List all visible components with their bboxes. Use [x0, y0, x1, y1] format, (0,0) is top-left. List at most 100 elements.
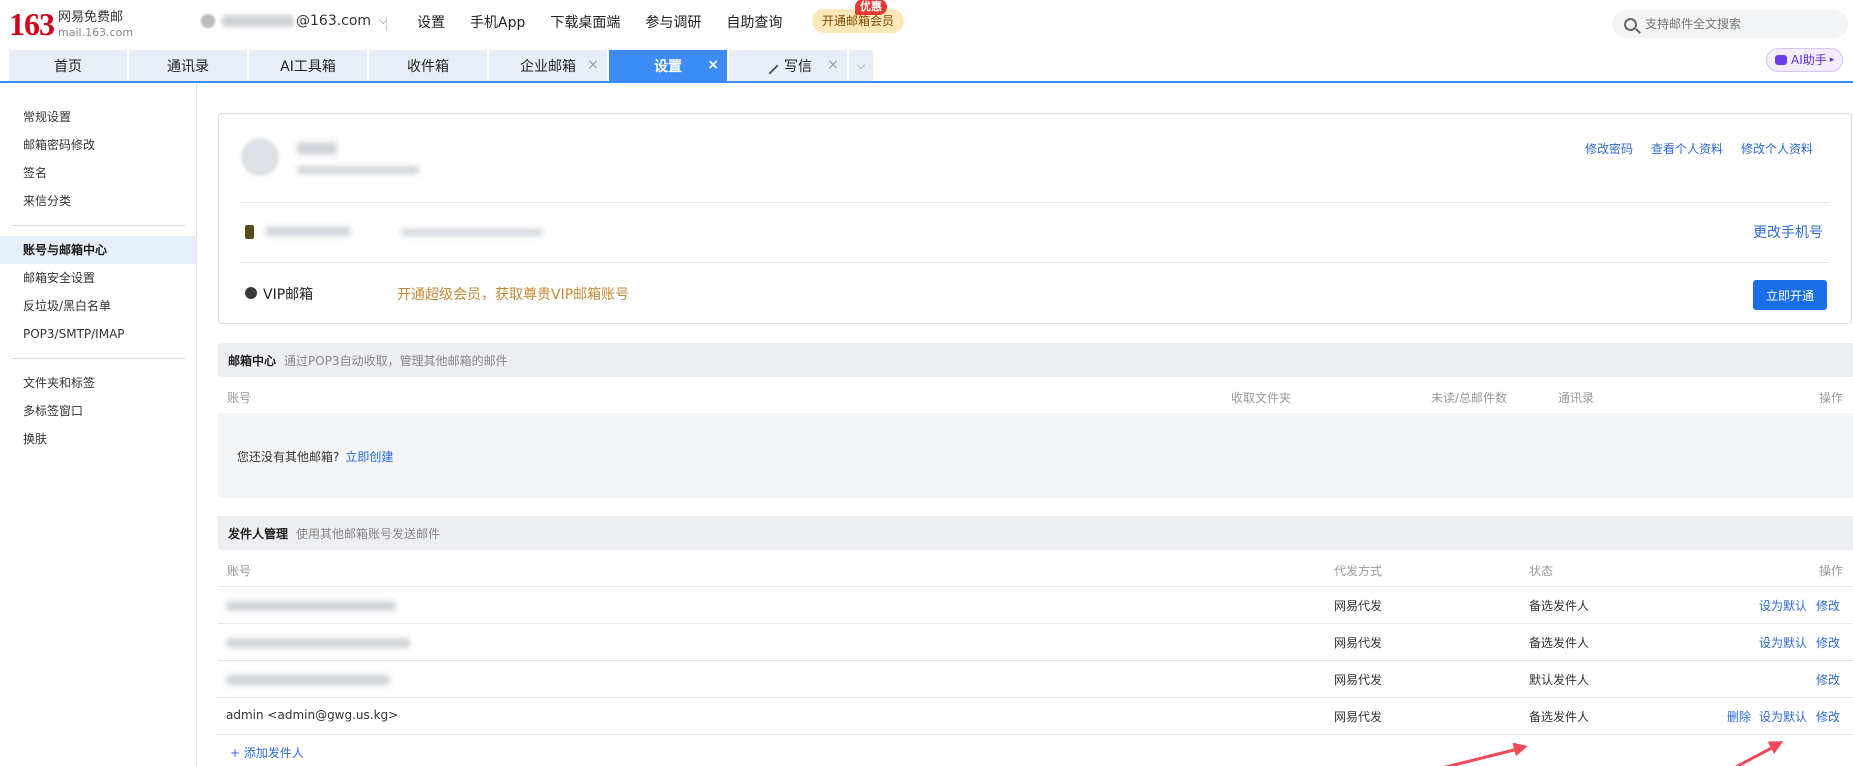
sender-account-redacted [226, 638, 410, 648]
phone-icon [245, 225, 254, 239]
create-mailbox-link[interactable]: 立即创建 [345, 450, 393, 464]
annotation-arrow [1343, 746, 1525, 766]
sidebar-item-skin[interactable]: 换肤 [0, 425, 196, 453]
tab-underline [0, 81, 1853, 83]
sender-account: admin <admin@gwg.us.kg> [226, 708, 399, 722]
delete-button[interactable]: 删除 [1727, 708, 1751, 725]
sender-status: 备选发件人 [1529, 636, 1590, 650]
close-icon[interactable]: × [587, 58, 599, 72]
tab-ai-toolbox[interactable]: AI工具箱 [249, 50, 367, 81]
sidebar-item-pop3[interactable]: POP3/SMTP/IMAP [0, 320, 196, 348]
set-default-button[interactable]: 设为默认 [1759, 708, 1807, 725]
open-vip-button[interactable]: 立即开通 [1753, 280, 1827, 310]
change-phone-link[interactable]: 更改手机号 [1753, 222, 1823, 242]
sidebar-item-account-center[interactable]: 账号与邮箱中心 [0, 236, 196, 264]
logo[interactable]: 163 网易免费邮 mail.163.com [9, 8, 133, 40]
divider [11, 225, 185, 226]
section-title: 发件人管理 [228, 526, 289, 541]
send-method: 网易代发 [1334, 710, 1383, 724]
add-sender-link[interactable]: + 添加发件人 [230, 744, 304, 761]
divider [241, 202, 1829, 203]
sidebar-item-mail-filter[interactable]: 来信分类 [0, 187, 196, 215]
divider [241, 262, 1829, 263]
sidebar-group-misc: 文件夹和标签 多标签窗口 换肤 [0, 369, 196, 453]
top-nav: 设置 手机App 下载桌面端 参与调研 自助查询 [417, 12, 807, 32]
chevron-right-icon: ▸ [1829, 55, 1835, 65]
account-name-redacted [222, 15, 294, 27]
divider [218, 734, 1853, 735]
sidebar-item-antispam[interactable]: 反垃圾/黑白名单 [0, 292, 196, 320]
tab-home[interactable]: 首页 [9, 50, 127, 81]
sender-account-redacted [226, 675, 390, 685]
phone-redacted [265, 227, 351, 236]
search-input[interactable] [1645, 17, 1835, 31]
sender-account-redacted [226, 601, 396, 611]
search-box[interactable] [1612, 10, 1848, 38]
divider [218, 660, 1853, 661]
tab-inbox[interactable]: 收件箱 [369, 50, 487, 81]
section-title: 邮箱中心 [228, 353, 277, 368]
column-header: 账号 [227, 391, 252, 405]
column-header: 状态 [1529, 564, 1554, 578]
tab-settings[interactable]: 设置 × [609, 50, 727, 81]
close-icon[interactable]: × [707, 58, 719, 72]
pen-icon [761, 57, 779, 74]
nav-mobile-app[interactable]: 手机App [470, 12, 525, 32]
edit-button[interactable]: 修改 [1816, 634, 1840, 651]
edit-profile-link[interactable]: 修改个人资料 [1741, 140, 1813, 157]
column-header: 通讯录 [1558, 391, 1595, 405]
edit-button[interactable]: 修改 [1816, 597, 1840, 614]
top-bar: 163 网易免费邮 mail.163.com @163.com ⌵ 设置 手机A… [0, 0, 1853, 46]
avatar [241, 138, 279, 176]
sender-management-header: 发件人管理 使用其他邮箱账号发送邮件 [218, 516, 1853, 550]
change-password-link[interactable]: 修改密码 [1585, 140, 1633, 157]
divider [386, 17, 387, 31]
tab-contacts[interactable]: 通讯录 [129, 50, 247, 81]
mailbox-center-header: 邮箱中心 通过POP3自动收取，管理其他邮箱的邮件 [218, 343, 1853, 377]
column-header: 收取文件夹 [1231, 391, 1292, 405]
nav-survey[interactable]: 参与调研 [645, 12, 701, 32]
sidebar-group-general: 常规设置 邮箱密码修改 签名 来信分类 [0, 83, 196, 215]
view-profile-link[interactable]: 查看个人资料 [1651, 140, 1723, 157]
sidebar-item-signature[interactable]: 签名 [0, 159, 196, 187]
sidebar-item-folders[interactable]: 文件夹和标签 [0, 369, 196, 397]
send-method: 网易代发 [1334, 673, 1383, 687]
sidebar-item-password[interactable]: 邮箱密码修改 [0, 131, 196, 159]
edit-button[interactable]: 修改 [1816, 708, 1840, 725]
divider [218, 623, 1853, 624]
account-switcher[interactable]: @163.com ⌵ [200, 13, 387, 29]
phone-info-redacted [401, 229, 543, 236]
nav-desktop-download[interactable]: 下载桌面端 [550, 12, 620, 32]
discount-badge: 优惠 [855, 0, 887, 15]
edit-button[interactable]: 修改 [1816, 671, 1840, 688]
sidebar-item-multitab[interactable]: 多标签窗口 [0, 397, 196, 425]
divider [11, 358, 185, 359]
set-default-button[interactable]: 设为默认 [1759, 634, 1807, 651]
sender-status: 默认发件人 [1529, 673, 1590, 687]
close-icon[interactable]: × [827, 58, 839, 72]
logo-title: 网易免费邮 [58, 9, 124, 25]
tab-bar: 首页 通讯录 AI工具箱 收件箱 企业邮箱 × 设置 × 写信 × ⌵ [9, 50, 873, 81]
sidebar-item-general[interactable]: 常规设置 [0, 103, 196, 131]
email-redacted [297, 166, 419, 174]
column-header: 未读/总邮件数 [1431, 391, 1508, 405]
settings-sidebar: 常规设置 邮箱密码修改 签名 来信分类 账号与邮箱中心 邮箱安全设置 反垃圾/黑… [0, 83, 197, 766]
sender-status: 备选发件人 [1529, 710, 1590, 724]
chevron-down-icon: ⌵ [856, 58, 866, 72]
section-desc: 通过POP3自动收取，管理其他邮箱的邮件 [284, 353, 508, 368]
nav-settings[interactable]: 设置 [417, 12, 445, 32]
sidebar-item-security[interactable]: 邮箱安全设置 [0, 264, 196, 292]
tab-enterprise-mail[interactable]: 企业邮箱 × [489, 50, 607, 81]
nav-self-service[interactable]: 自助查询 [726, 12, 782, 32]
profile-links: 修改密码 查看个人资料 修改个人资料 [1567, 140, 1813, 157]
set-default-button[interactable]: 设为默认 [1759, 597, 1807, 614]
column-header: 操作 [1819, 391, 1844, 405]
empty-message: 您还没有其他邮箱? [237, 450, 340, 464]
vip-mailbox-label: VIP邮箱 [263, 287, 314, 303]
search-icon [1624, 17, 1637, 31]
tab-list-dropdown[interactable]: ⌵ [849, 50, 873, 81]
divider [218, 586, 1853, 587]
ai-assistant-button[interactable]: AI助手 ▸ [1766, 48, 1844, 72]
column-header: 账号 [227, 564, 252, 578]
tab-compose[interactable]: 写信 × [729, 50, 847, 81]
